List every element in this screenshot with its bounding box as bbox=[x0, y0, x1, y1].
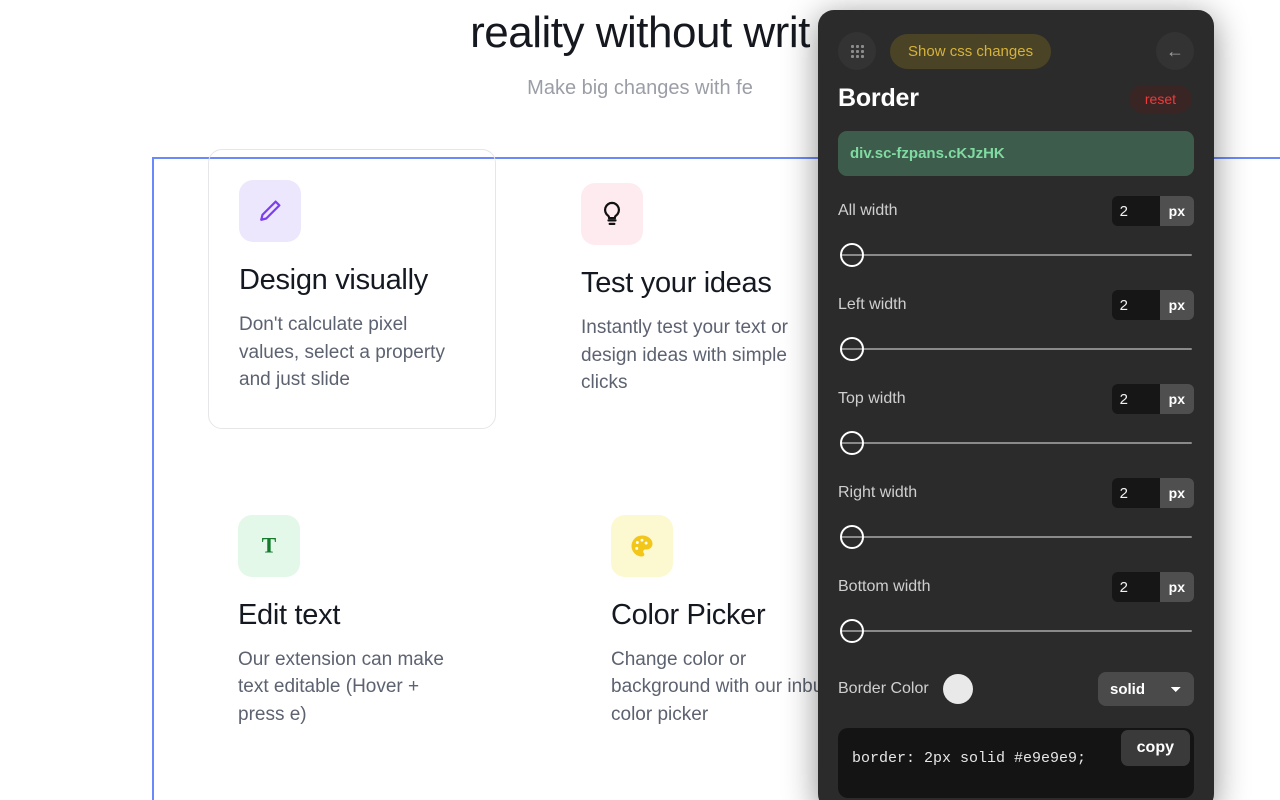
top-width-input[interactable] bbox=[1112, 384, 1160, 414]
svg-text:T: T bbox=[262, 533, 277, 557]
all-width-slider[interactable] bbox=[838, 240, 1194, 270]
number-field-group: px bbox=[1112, 290, 1194, 320]
border-style-select[interactable]: soliddasheddotteddoublenone bbox=[1098, 672, 1194, 706]
control-row-right-width: Right width px bbox=[838, 478, 1194, 508]
slider-thumb[interactable] bbox=[840, 525, 864, 549]
show-css-changes-button[interactable]: Show css changes bbox=[890, 34, 1051, 69]
card-description: Instantly test your text or design ideas… bbox=[581, 314, 811, 397]
control-label: Top width bbox=[838, 390, 906, 408]
right-width-slider[interactable] bbox=[838, 522, 1194, 552]
unit-label: px bbox=[1160, 478, 1194, 508]
unit-label: px bbox=[1160, 290, 1194, 320]
number-field-group: px bbox=[1112, 196, 1194, 226]
control-row-bottom-width: Bottom width px bbox=[838, 572, 1194, 602]
slider-thumb[interactable] bbox=[840, 431, 864, 455]
bottom-width-slider[interactable] bbox=[838, 616, 1194, 646]
all-width-input[interactable] bbox=[1112, 196, 1160, 226]
card-description: Our extension can make text editable (Ho… bbox=[238, 646, 468, 729]
control-row-top-width: Top width px bbox=[838, 384, 1194, 414]
panel-toolbar: Show css changes ← bbox=[818, 10, 1214, 70]
slider-track bbox=[840, 348, 1192, 350]
pencil-icon bbox=[239, 180, 301, 242]
number-field-group: px bbox=[1112, 384, 1194, 414]
slider-track bbox=[840, 254, 1192, 256]
number-field-group: px bbox=[1112, 572, 1194, 602]
left-width-input[interactable] bbox=[1112, 290, 1160, 320]
grid-dots-icon[interactable] bbox=[838, 32, 876, 70]
width-controls: All width px Left width px bbox=[818, 196, 1214, 646]
top-width-slider[interactable] bbox=[838, 428, 1194, 458]
slider-thumb[interactable] bbox=[840, 243, 864, 267]
panel-title: Border bbox=[838, 84, 919, 113]
border-color-row: Border Color soliddasheddotteddoublenone bbox=[818, 672, 1214, 706]
generated-css-box: border: 2px solid #e9e9e9; copy bbox=[838, 728, 1194, 798]
control-label: Bottom width bbox=[838, 578, 930, 596]
slider-thumb[interactable] bbox=[840, 619, 864, 643]
panel-title-row: Border reset bbox=[818, 70, 1214, 113]
feature-card-design-visually[interactable]: Design visually Don't calculate pixel va… bbox=[208, 149, 496, 429]
number-field-group: px bbox=[1112, 478, 1194, 508]
control-label: Left width bbox=[838, 296, 906, 314]
copy-button[interactable]: copy bbox=[1121, 730, 1190, 766]
unit-label: px bbox=[1160, 384, 1194, 414]
card-title: Edit text bbox=[238, 599, 526, 632]
grid-dots-glyph bbox=[851, 45, 864, 58]
text-t-icon: T bbox=[238, 515, 300, 577]
slider-track bbox=[840, 442, 1192, 444]
unit-label: px bbox=[1160, 196, 1194, 226]
card-description: Change color or background with our inbu… bbox=[611, 646, 841, 729]
control-label: Right width bbox=[838, 484, 917, 502]
back-arrow-icon[interactable]: ← bbox=[1156, 32, 1194, 70]
control-row-all-width: All width px bbox=[838, 196, 1194, 226]
palette-icon bbox=[611, 515, 673, 577]
left-width-slider[interactable] bbox=[838, 334, 1194, 364]
feature-card-edit-text[interactable]: T Edit text Our extension can make text … bbox=[238, 515, 526, 729]
unit-label: px bbox=[1160, 572, 1194, 602]
back-arrow-glyph: ← bbox=[1166, 42, 1184, 60]
reset-button[interactable]: reset bbox=[1129, 85, 1192, 113]
right-width-input[interactable] bbox=[1112, 478, 1160, 508]
card-description: Don't calculate pixel values, select a p… bbox=[239, 311, 465, 394]
control-row-left-width: Left width px bbox=[838, 290, 1194, 320]
card-title: Design visually bbox=[239, 264, 465, 297]
control-label: All width bbox=[838, 202, 898, 220]
slider-thumb[interactable] bbox=[840, 337, 864, 361]
border-color-label: Border Color bbox=[838, 680, 929, 698]
slider-track bbox=[840, 630, 1192, 632]
screen: reality without writ Make big changes wi… bbox=[0, 0, 1280, 800]
lightbulb-icon bbox=[581, 183, 643, 245]
border-editor-panel: Show css changes ← Border reset div.sc-f… bbox=[818, 10, 1214, 800]
slider-track bbox=[840, 536, 1192, 538]
selected-element-selector[interactable]: div.sc-fzpans.cKJzHK bbox=[838, 131, 1194, 176]
bottom-width-input[interactable] bbox=[1112, 572, 1160, 602]
border-color-swatch[interactable] bbox=[943, 674, 973, 704]
